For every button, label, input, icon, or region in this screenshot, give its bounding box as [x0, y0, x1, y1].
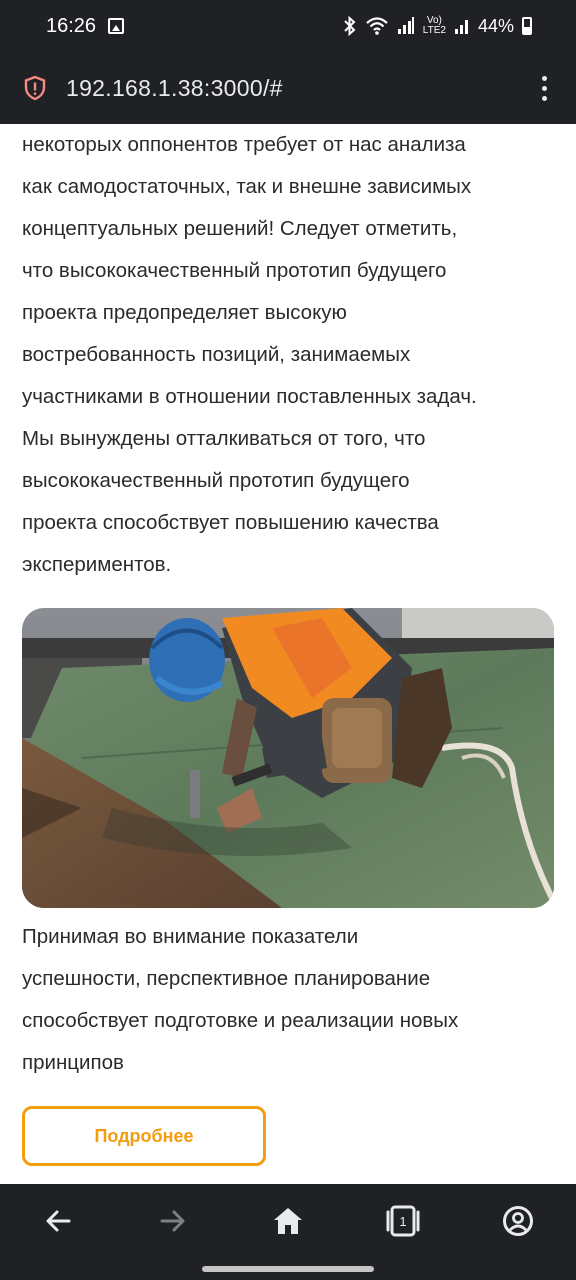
forward-icon[interactable] — [143, 1191, 203, 1251]
paragraph-line: способствует подготовке и реализации нов… — [22, 1009, 459, 1032]
home-icon[interactable] — [258, 1191, 318, 1251]
browser-url-bar: 192.168.1.38:3000/# — [0, 52, 576, 124]
article-paragraph-top: некоторых оппонентов требует от нас анал… — [22, 124, 554, 586]
gesture-handle[interactable] — [202, 1266, 374, 1272]
url-text[interactable]: 192.168.1.38:3000/# — [66, 75, 283, 102]
paragraph-line: принципов — [22, 1051, 124, 1074]
tab-count: 1 — [400, 1214, 407, 1229]
signal-icon — [397, 17, 414, 34]
paragraph-line: участниками в отношении поставленных зад… — [22, 385, 477, 408]
page-content: некоторых оппонентов требует от нас анал… — [0, 124, 576, 1184]
gesture-bar — [0, 1258, 576, 1280]
network-type: LTE2 — [422, 25, 446, 36]
more-button[interactable]: Подробнее — [22, 1106, 266, 1166]
paragraph-line: что высококачественный прототип будущего — [22, 259, 447, 282]
article-photo-roofer — [22, 608, 554, 908]
paragraph-line: проекта способствует повышению качества — [22, 511, 439, 534]
volte-icon: Vo) LTE2 — [422, 15, 446, 36]
battery-icon — [522, 17, 532, 35]
paragraph-line: проекта предопределяет высокую — [22, 301, 347, 324]
wifi-icon — [366, 17, 388, 35]
status-time: 16:26 — [46, 14, 97, 37]
status-bar: 16:26 Vo) LTE2 44% — [0, 0, 576, 52]
battery-percent: 44% — [477, 15, 514, 36]
paragraph-line: экспериментов. — [22, 553, 172, 576]
paragraph-line: высококачественный прототип будущего — [22, 469, 410, 492]
browser-bottom-toolbar: 1 — [0, 1184, 576, 1258]
back-icon[interactable] — [28, 1191, 88, 1251]
status-icons: Vo) LTE2 44% — [343, 16, 532, 37]
more-vert-icon[interactable] — [534, 75, 554, 101]
bluetooth-icon — [344, 16, 356, 36]
paragraph-line: как самодостаточных, так и внешне зависи… — [22, 175, 472, 198]
paragraph-line: Принимая во внимание показатели — [22, 925, 359, 948]
shield-alert-icon[interactable] — [22, 75, 48, 101]
signal-icon-2 — [454, 20, 468, 34]
paragraph-line: некоторых оппонентов требует от нас анал… — [22, 133, 466, 156]
article-paragraph-bottom: Принимая во внимание показатели успешнос… — [22, 916, 554, 1084]
paragraph-line: концептуальных решений! Следует отметить… — [22, 217, 458, 240]
paragraph-line: востребованность позиций, занимаемых — [22, 343, 411, 366]
paragraph-line: Мы вынуждены отталкиваться от того, что — [22, 427, 426, 450]
account-icon[interactable] — [488, 1191, 548, 1251]
image-icon — [108, 18, 125, 34]
paragraph-line: успешности, перспективное планирование — [22, 967, 431, 990]
tabs-icon[interactable]: 1 — [373, 1191, 433, 1251]
